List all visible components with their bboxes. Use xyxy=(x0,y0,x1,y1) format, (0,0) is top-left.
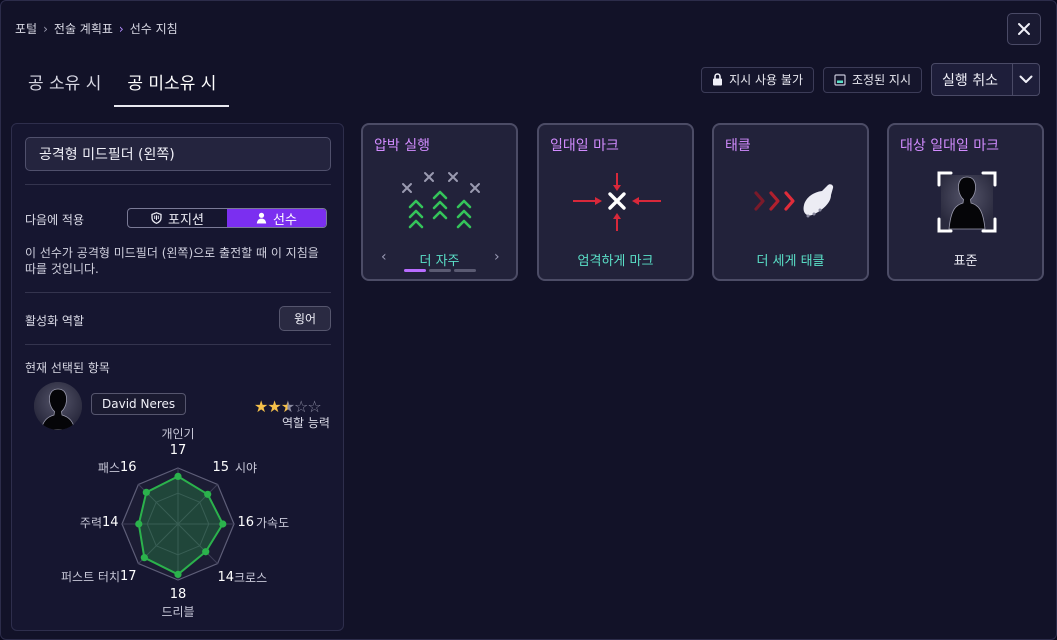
undo-button[interactable]: 실행 취소 xyxy=(932,64,1012,95)
attribute-name-label: 크로스 xyxy=(234,571,267,585)
man-marking-cross-icon xyxy=(573,173,661,231)
tab-out-of-possession[interactable]: 공 미소유 시 xyxy=(114,61,230,107)
chevron-down-icon xyxy=(1019,75,1033,83)
radar-point xyxy=(174,570,182,578)
pager-dot xyxy=(454,269,476,272)
attribute-value-label: 15 xyxy=(212,460,229,475)
option-pager xyxy=(404,269,476,272)
pager-dot xyxy=(429,269,451,272)
attribute-name-label: 주력 xyxy=(80,516,102,530)
breadcrumb-portal[interactable]: 포털 xyxy=(15,20,37,37)
radar-point xyxy=(142,488,150,496)
card-value: 더 세게 태클 xyxy=(756,254,825,269)
adjusted-instructions-label: 조정된 지시 xyxy=(852,73,912,87)
attribute-name-label: 시야 xyxy=(235,461,257,475)
chevron-right-icon: › xyxy=(43,21,48,36)
instruction-card-pressing[interactable]: 압박 실행 ‹ 더 자주 › xyxy=(361,123,518,281)
attribute-name-label: 퍼스트 터치 xyxy=(61,570,120,584)
attribute-value-label: 16 xyxy=(237,515,254,530)
player-panel: 공격형 미드필더 (왼쪽) 다음에 적용 포지션 선수 이 선수가 공격형 미드… xyxy=(11,123,344,631)
adjusted-instructions-button[interactable]: 조정된 지시 xyxy=(823,66,923,93)
undo-split-button: 실행 취소 xyxy=(931,63,1040,96)
breadcrumb-current: 선수 지침 xyxy=(129,22,178,36)
instruction-card-marking[interactable]: 일대일 마크 엄격하게 마크 xyxy=(537,123,694,281)
close-button[interactable] xyxy=(1007,13,1041,45)
adjusted-indicator-icon xyxy=(834,73,846,86)
radar-point xyxy=(204,490,212,498)
tab-in-possession[interactable]: 공 소유 시 xyxy=(15,61,114,107)
attribute-value-label: 17 xyxy=(170,443,187,458)
radar-point xyxy=(219,520,227,528)
attribute-value-label: 18 xyxy=(170,587,187,602)
breadcrumb: 포털 › 전술 계획표 › 선수 지침 xyxy=(15,20,178,37)
breadcrumb-tactics[interactable]: 전술 계획표 xyxy=(54,20,113,37)
toolbar: 지시 사용 불가 조정된 지시 실행 취소 xyxy=(701,63,1040,96)
attribute-name-label: 개인기 xyxy=(161,427,194,441)
attribute-value-label: 14 xyxy=(217,570,234,585)
pager-dot xyxy=(404,269,426,272)
attribute-name-label: 가속도 xyxy=(256,516,289,530)
locked-instructions-label: 지시 사용 불가 xyxy=(729,73,803,87)
locked-instructions-button[interactable]: 지시 사용 불가 xyxy=(701,66,814,93)
instruction-card-target-marking[interactable]: 대상 일대일 마크 표준 xyxy=(887,123,1044,281)
attribute-value-label: 14 xyxy=(102,515,119,530)
close-icon xyxy=(1018,23,1030,35)
card-value: 엄격하게 마크 xyxy=(577,254,654,269)
undo-menu-toggle[interactable] xyxy=(1012,64,1039,95)
instruction-card-tackling[interactable]: 태클 더 세게 태클 xyxy=(712,123,869,281)
attribute-name-label: 패스 xyxy=(98,461,120,475)
chevron-right-icon: › xyxy=(118,21,124,36)
radar-point xyxy=(135,520,143,528)
attribute-name-label: 드리블 xyxy=(161,605,194,619)
tackle-boot-icon xyxy=(754,184,834,218)
target-player-frame-icon xyxy=(937,171,997,233)
pressing-chevrons-icon xyxy=(402,172,480,229)
tactics-window: 포털 › 전술 계획표 › 선수 지침 공 소유 시 공 미소유 시 지시 사용… xyxy=(0,0,1057,640)
next-option-button[interactable]: › xyxy=(494,249,500,265)
attribute-value-label: 17 xyxy=(120,569,137,584)
lock-icon xyxy=(713,73,723,86)
phase-tabs: 공 소유 시 공 미소유 시 xyxy=(15,61,230,107)
attribute-radar-chart: 개인기17시야15가속도16크로스14드리블18퍼스트 터치 17주력 14패스 16 xyxy=(61,427,289,619)
attribute-value-label: 16 xyxy=(120,460,137,475)
radar-point xyxy=(202,548,210,556)
radar-point xyxy=(174,472,182,480)
radar-point xyxy=(140,554,148,562)
card-value: 표준 xyxy=(953,254,978,269)
